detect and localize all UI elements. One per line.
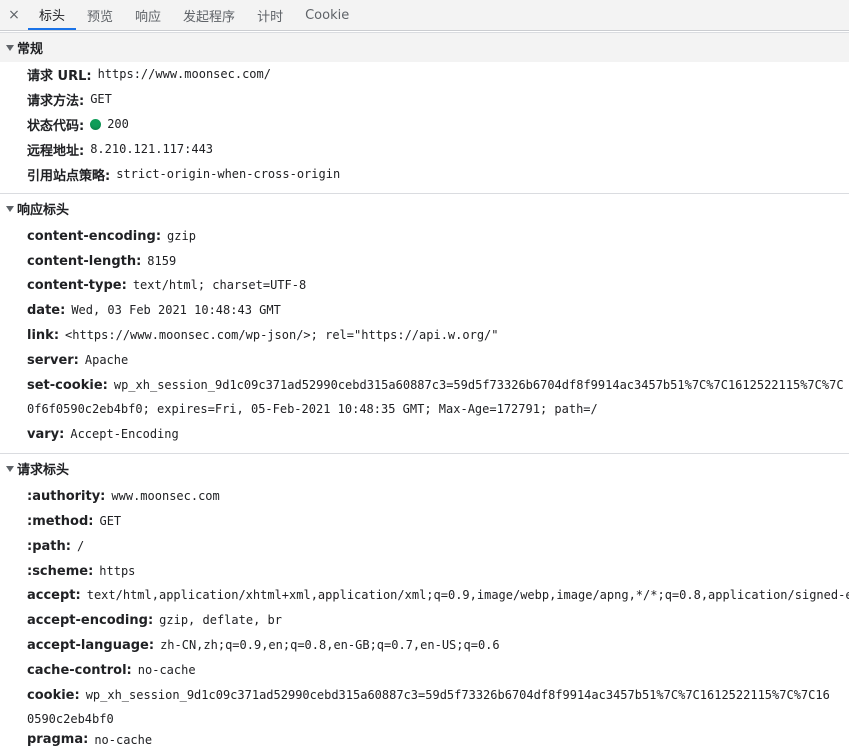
header-value: gzip (167, 229, 196, 243)
header-value: strict-origin-when-cross-origin (116, 167, 341, 181)
header-value: GET (90, 92, 112, 106)
header-name: accept: (27, 587, 81, 603)
status-ok-icon (90, 118, 102, 130)
header-value: 200 (107, 117, 129, 131)
header-value: GET (99, 514, 122, 528)
request-header-row: cookie: wp_xh_session_9d1c09c371ad52990c… (27, 683, 849, 707)
header-value: https://www.moonsec.com/ (97, 67, 271, 81)
request-header-row: cache-control: no-cache (27, 658, 849, 682)
header-value: text/html; charset=UTF-8 (132, 278, 307, 292)
request-header-row-continuation: 0590c2eb4bf0 (27, 707, 849, 731)
header-value: https (99, 564, 136, 578)
tab-headers[interactable]: 标头 (28, 0, 77, 30)
header-value: Apache (84, 353, 129, 367)
general-row-referrer-policy: 引用站点策略: strict-origin-when-cross-origin (27, 162, 849, 186)
request-header-row: :path: / (27, 534, 849, 558)
tab-timing[interactable]: 计时 (246, 0, 294, 30)
response-header-row: content-type: text/html; charset=UTF-8 (27, 273, 849, 297)
header-name: 远程地址: (27, 143, 85, 159)
expand-triangle-icon[interactable] (6, 44, 14, 51)
header-name: 请求 URL: (27, 68, 92, 84)
response-header-row: content-encoding: gzip (27, 224, 849, 248)
expand-triangle-icon[interactable] (6, 205, 14, 212)
request-header-row: accept-encoding: gzip, deflate, br (27, 608, 849, 632)
header-name: set-cookie: (27, 377, 108, 393)
response-header-row: content-length: 8159 (27, 249, 849, 273)
section-title: 请求标头 (17, 463, 70, 478)
header-name: pragma: (27, 732, 89, 747)
response-header-row-continuation: 0f6f0590c2eb4bf0; expires=Fri, 05-Feb-20… (27, 397, 849, 421)
tab-cookies[interactable]: Cookie (294, 0, 360, 30)
header-value: gzip, deflate, br (159, 613, 282, 627)
header-value: no-cache (94, 732, 153, 747)
tab-response[interactable]: 响应 (124, 0, 172, 30)
header-name: content-type: (27, 277, 127, 293)
section-general-header[interactable]: 常规 (0, 32, 849, 62)
header-name: link: (27, 327, 60, 343)
header-value: <https://www.moonsec.com/wp-json/>; rel=… (65, 328, 499, 342)
general-row-status: 状态代码: 200 (27, 112, 849, 136)
header-name: date: (27, 302, 66, 318)
header-name: 状态代码: (27, 118, 85, 134)
response-header-row: link: <https://www.moonsec.com/wp-json/>… (27, 323, 849, 347)
close-icon[interactable]: × (0, 0, 28, 30)
header-name: 引用站点策略: (27, 168, 111, 184)
request-header-row: accept-language: zh-CN,zh;q=0.9,en;q=0.8… (27, 633, 849, 657)
header-name: content-length: (27, 253, 142, 269)
header-name: 请求方法: (27, 93, 85, 109)
header-value: Wed, 03 Feb 2021 10:48:43 GMT (71, 303, 281, 317)
header-value: wp_xh_session_9d1c09c371ad52990cebd315a6… (113, 378, 844, 392)
header-value: text/html,application/xhtml+xml,applicat… (86, 588, 849, 602)
header-name: :path: (27, 538, 71, 554)
request-header-row: :scheme: https (27, 559, 849, 583)
header-value: www.moonsec.com (111, 489, 220, 503)
header-value: 8.210.121.117:443 (90, 142, 214, 156)
response-header-row: server: Apache (27, 348, 849, 372)
header-name: cookie: (27, 687, 80, 703)
tab-bar: × 标头 预览 响应 发起程序 计时 Cookie (0, 0, 849, 31)
header-value: 8159 (147, 254, 177, 268)
request-header-row: accept: text/html,application/xhtml+xml,… (27, 583, 849, 607)
header-name: cache-control: (27, 662, 132, 678)
response-header-row: date: Wed, 03 Feb 2021 10:48:43 GMT (27, 298, 849, 322)
header-value: wp_xh_session_9d1c09c371ad52990cebd315a6… (85, 688, 830, 702)
header-name: :authority: (27, 488, 106, 504)
general-row-url: 请求 URL: https://www.moonsec.com/ (27, 62, 849, 86)
response-header-row: set-cookie: wp_xh_session_9d1c09c371ad52… (27, 373, 849, 397)
section-request-headers-header[interactable]: 请求标头 (0, 453, 849, 483)
header-name: content-encoding: (27, 228, 162, 244)
header-name: server: (27, 352, 79, 368)
tab-initiator[interactable]: 发起程序 (172, 0, 246, 30)
header-value: no-cache (137, 663, 196, 677)
section-title: 常规 (17, 42, 44, 57)
general-row-method: 请求方法: GET (27, 87, 849, 111)
expand-triangle-icon[interactable] (6, 465, 14, 472)
request-header-row: pragma: no-cache (27, 731, 849, 748)
header-value: 0f6f0590c2eb4bf0; expires=Fri, 05-Feb-20… (27, 402, 598, 416)
header-name: :scheme: (27, 563, 94, 579)
header-name: :method: (27, 513, 94, 529)
request-header-row: :method: GET (27, 509, 849, 533)
header-value: Accept-Encoding (70, 427, 179, 441)
section-response-headers-header[interactable]: 响应标头 (0, 193, 849, 223)
general-row-remote-address: 远程地址: 8.210.121.117:443 (27, 137, 849, 161)
response-header-row: vary: Accept-Encoding (27, 422, 849, 446)
header-name: vary: (27, 426, 65, 442)
section-title: 响应标头 (17, 203, 70, 218)
header-name: accept-language: (27, 637, 155, 653)
tab-preview[interactable]: 预览 (76, 0, 124, 30)
header-value: / (76, 539, 85, 553)
request-header-row: :authority: www.moonsec.com (27, 484, 849, 508)
header-name: accept-encoding: (27, 612, 154, 628)
header-value: 0590c2eb4bf0 (27, 712, 114, 726)
header-value: zh-CN,zh;q=0.9,en;q=0.8,en-GB;q=0.7,en-U… (160, 638, 500, 652)
